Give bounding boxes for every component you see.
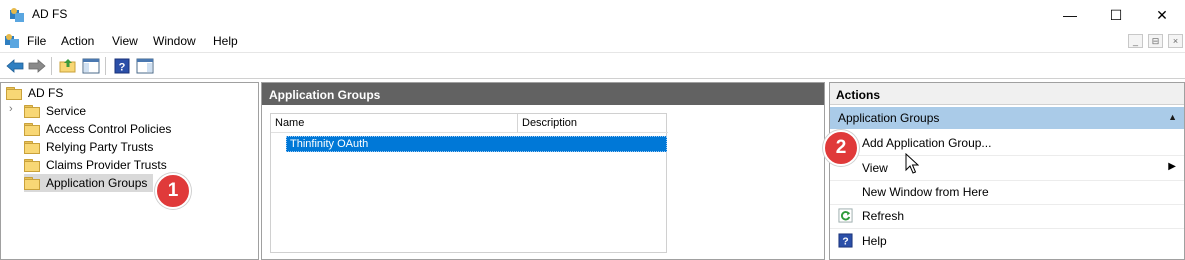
- back-arrow-icon[interactable]: [5, 56, 25, 76]
- close-button[interactable]: ✕: [1139, 0, 1185, 30]
- chevron-right-icon[interactable]: ›: [9, 103, 13, 115]
- column-header-name[interactable]: Name: [271, 114, 518, 133]
- show-hide-console-tree-icon[interactable]: [81, 56, 101, 76]
- action-label: Refresh: [862, 209, 905, 223]
- show-hide-action-pane-icon[interactable]: [135, 56, 155, 76]
- actions-group-application-groups[interactable]: Application Groups ▲: [830, 107, 1184, 129]
- child-minimize-button[interactable]: _: [1128, 34, 1143, 48]
- annotation-badge-1: 1: [155, 173, 191, 209]
- adfs-app-icon: [10, 8, 24, 22]
- action-view[interactable]: View ▶: [830, 156, 1184, 181]
- toolbar: ?: [0, 52, 1185, 79]
- results-pane: Application Groups Name Description Thin…: [261, 82, 825, 260]
- minimize-button[interactable]: —: [1047, 0, 1093, 30]
- menu-action[interactable]: Action: [61, 34, 94, 48]
- actions-pane-title: Actions: [830, 83, 1184, 105]
- console-tree-pane: AD FS › Service Access Control Policies …: [0, 82, 259, 260]
- actions-group-label: Application Groups: [838, 111, 940, 125]
- tree-item-label: AD FS: [28, 86, 64, 100]
- tree-item-label: Relying Party Trusts: [46, 140, 154, 154]
- maximize-button[interactable]: ☐: [1093, 0, 1139, 30]
- svg-text:?: ?: [842, 237, 848, 248]
- folder-icon: [6, 87, 22, 100]
- tree-item-relying-party-trusts[interactable]: Relying Party Trusts: [24, 138, 153, 156]
- tree-item-label: Claims Provider Trusts: [46, 158, 167, 172]
- svg-text:?: ?: [119, 62, 126, 74]
- folder-icon: [24, 159, 40, 172]
- folder-icon: [24, 177, 40, 190]
- action-label: Add Application Group...: [862, 136, 992, 150]
- tree-item-label: Access Control Policies: [46, 122, 172, 136]
- tree-item-access-control-policies[interactable]: Access Control Policies: [24, 120, 171, 138]
- action-new-window-from-here[interactable]: New Window from Here: [830, 180, 1184, 205]
- action-label: View: [862, 161, 888, 175]
- toolbar-separator: [105, 57, 106, 75]
- folder-icon: [24, 141, 40, 154]
- action-add-application-group[interactable]: Add Application Group...: [830, 131, 1184, 156]
- up-folder-icon[interactable]: [58, 56, 78, 76]
- menu-help[interactable]: Help: [213, 34, 238, 48]
- tree-item-service[interactable]: Service: [24, 102, 86, 120]
- results-pane-title: Application Groups: [262, 83, 824, 105]
- refresh-icon: [838, 208, 853, 223]
- action-label: Help: [862, 234, 887, 248]
- title-bar: AD FS — ☐ ✕: [0, 0, 1185, 30]
- tree-item-application-groups[interactable]: Application Groups: [24, 174, 154, 192]
- annotation-badge-2: 2: [823, 130, 859, 166]
- action-help[interactable]: ? Help: [830, 229, 1184, 254]
- menu-view[interactable]: View: [112, 34, 138, 48]
- child-restore-button[interactable]: ⊟: [1148, 34, 1163, 48]
- column-header-description[interactable]: Description: [518, 114, 668, 133]
- menu-window[interactable]: Window: [153, 34, 196, 48]
- menu-file[interactable]: File: [27, 34, 46, 48]
- system-menu-icon[interactable]: [4, 33, 20, 49]
- collapse-triangle-icon[interactable]: ▲: [1168, 112, 1177, 122]
- list-item-name: Thinfinity OAuth: [290, 138, 369, 150]
- mouse-cursor-icon: [905, 153, 919, 174]
- window-title: AD FS: [32, 7, 68, 21]
- tree-root-adfs[interactable]: AD FS: [6, 84, 63, 102]
- child-close-button[interactable]: ×: [1168, 34, 1183, 48]
- forward-arrow-icon[interactable]: [27, 56, 47, 76]
- menu-bar: File Action View Window Help _ ⊟ ×: [0, 30, 1185, 52]
- help-icon[interactable]: ?: [112, 56, 132, 76]
- tree-item-label: Application Groups: [46, 176, 148, 190]
- help-icon: ?: [838, 233, 853, 248]
- action-label: New Window from Here: [862, 185, 989, 199]
- action-refresh[interactable]: Refresh: [830, 204, 1184, 229]
- tree-item-label: Service: [46, 104, 87, 118]
- toolbar-separator: [51, 57, 52, 75]
- list-item[interactable]: Thinfinity OAuth: [286, 136, 667, 152]
- application-groups-list[interactable]: Name Description Thinfinity OAuth: [270, 113, 668, 253]
- folder-icon: [24, 105, 40, 118]
- submenu-arrow-icon: ▶: [1168, 161, 1176, 172]
- actions-pane: Actions Application Groups ▲ Add Applica…: [829, 82, 1185, 260]
- tree-item-claims-provider-trusts[interactable]: Claims Provider Trusts: [24, 156, 167, 174]
- folder-icon: [24, 123, 40, 136]
